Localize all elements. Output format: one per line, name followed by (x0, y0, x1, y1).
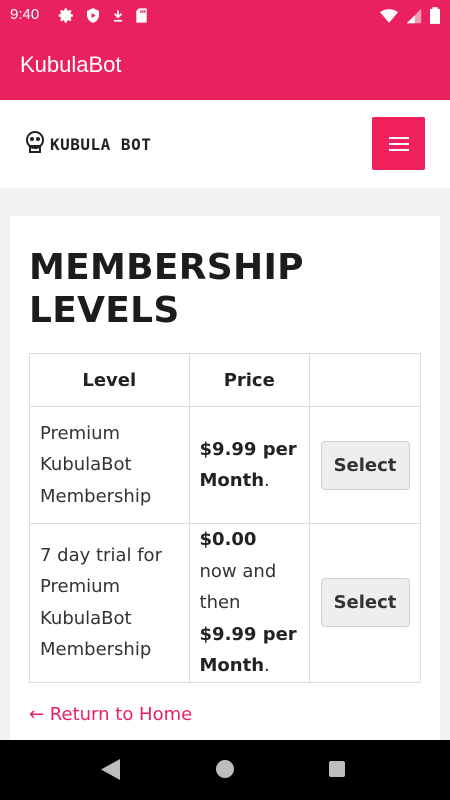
status-time: 9:40 (10, 6, 40, 23)
hamburger-icon-line (388, 148, 409, 151)
hamburger-icon-line (388, 142, 409, 145)
price-amount: $9.99 per Month (199, 623, 297, 677)
action-cell: Select (309, 406, 421, 524)
settings-icon (58, 7, 75, 29)
select-premium-button[interactable]: Select (320, 440, 410, 490)
price-cell: $0.00 now and then $9.99 per Month. (188, 523, 311, 683)
shield-icon (85, 7, 101, 29)
hamburger-icon (388, 136, 409, 139)
select-trial-button[interactable]: Select (320, 578, 410, 628)
level-cell: Premium KubulaBot Membership (29, 406, 190, 524)
level-cell: 7 day trial for Premium KubulaBot Member… (29, 523, 190, 683)
home-icon[interactable] (216, 760, 234, 778)
table-row: 7 day trial for Premium KubulaBot Member… (29, 523, 421, 683)
price-initial: $0.00 (199, 529, 257, 550)
menu-button[interactable] (372, 117, 425, 170)
navigation-bar (0, 740, 450, 800)
logo-text: KUBULA BOT (50, 135, 152, 154)
price-amount: $9.99 per Month (199, 438, 297, 492)
return-home-link[interactable]: ← Return to Home (29, 704, 192, 725)
back-icon[interactable] (101, 759, 120, 785)
download-icon (111, 7, 125, 29)
signal-icon (406, 8, 422, 29)
page-title: MEMBERSHIP LEVELS (29, 247, 304, 331)
header-price: Price (188, 353, 311, 407)
table-row: Premium KubulaBot Membership $9.99 per M… (29, 406, 421, 524)
content-card: MEMBERSHIP LEVELS Level Price Premium Ku… (10, 216, 440, 756)
price-suffix: . (264, 655, 270, 676)
table-header-row: Level Price (29, 353, 421, 407)
app-title: KubulaBot (20, 52, 122, 77)
header-action (309, 353, 421, 407)
battery-icon (430, 7, 440, 29)
robot-logo-icon (25, 131, 45, 158)
price-mid: now and then (199, 560, 277, 614)
price-suffix: . (264, 470, 270, 491)
action-cell: Select (309, 523, 421, 683)
site-logo[interactable]: KUBULA BOT (25, 131, 151, 158)
wifi-icon (380, 8, 398, 29)
price-cell: $9.99 per Month. (188, 406, 311, 524)
sd-card-icon (135, 7, 148, 29)
header-level: Level (29, 353, 190, 407)
recents-icon[interactable] (329, 761, 345, 777)
membership-table: Level Price Premium KubulaBot Membership… (29, 353, 421, 683)
status-bar: 9:40 (0, 0, 450, 32)
site-header: KUBULA BOT (0, 100, 450, 188)
app-bar: KubulaBot (0, 32, 450, 100)
